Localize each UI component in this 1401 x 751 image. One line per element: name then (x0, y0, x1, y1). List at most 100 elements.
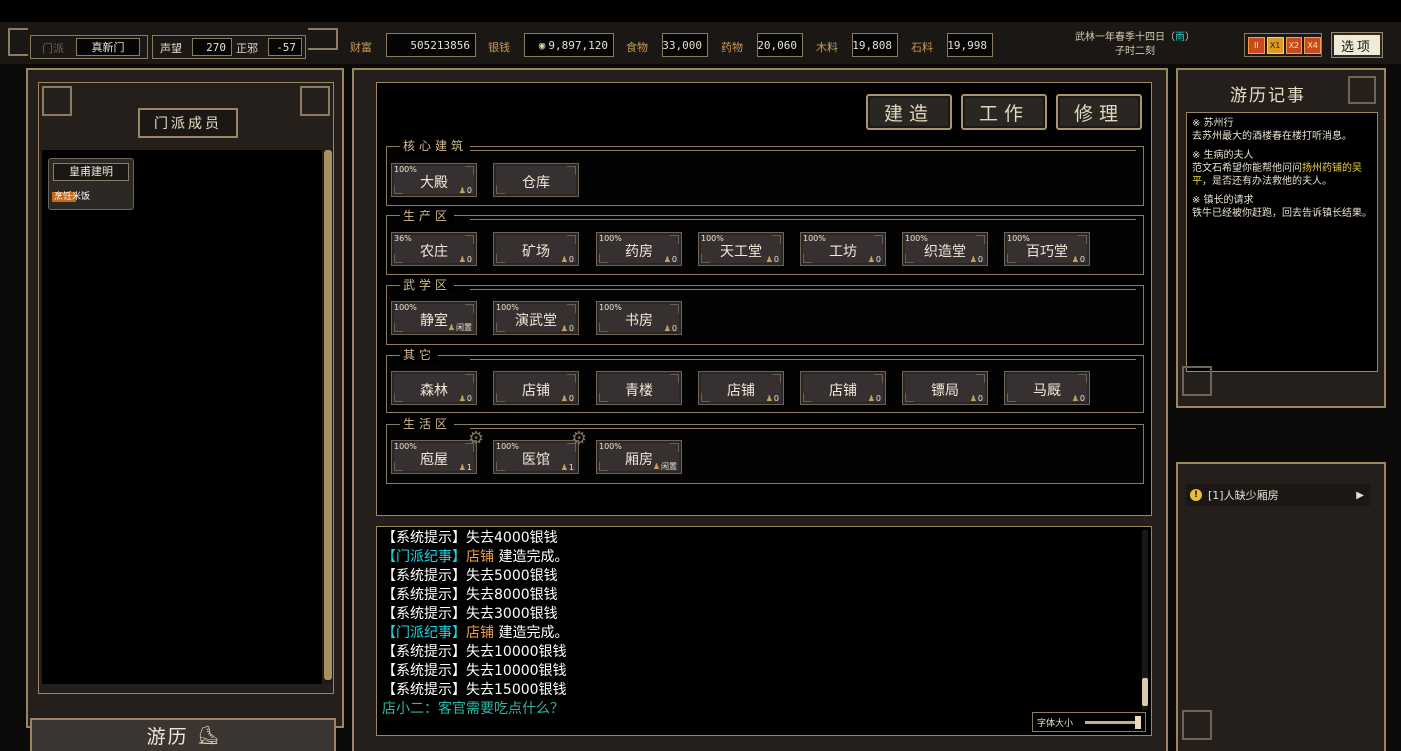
building-worker-count: 0 (868, 255, 881, 264)
weather-text: 雨 (1175, 32, 1185, 43)
log-tag: 【系统提示】 (382, 606, 466, 622)
building-worker-count: 0 (459, 394, 472, 403)
font-size-slider[interactable] (1085, 721, 1139, 724)
building-ornament (465, 166, 474, 175)
silver-value: ◉ 9,897,120 (524, 33, 614, 57)
building-kitchen[interactable]: 100% 庖屋 1 (391, 440, 477, 474)
section-living-title: 生活区 (400, 415, 455, 432)
building-name: 青楼 (625, 383, 653, 399)
travel-button[interactable]: 游历 ⛸ (30, 718, 336, 751)
building-stable[interactable]: 马厩 0 (1004, 371, 1090, 405)
building-ornament (670, 235, 679, 244)
notification-item[interactable]: ! [1]人缺少厢房 ▶ (1186, 484, 1370, 506)
building-shop-1[interactable]: 店铺 0 (493, 371, 579, 405)
section-other-title: 其它 (400, 346, 439, 363)
morality-value: -57 (268, 38, 302, 56)
building-ornament (701, 393, 710, 402)
speed-x2-button[interactable]: X2 (1285, 36, 1303, 54)
members-title-box: 门派成员 (138, 108, 238, 138)
building-brothel[interactable]: 青楼 (596, 371, 682, 405)
scrollbar-thumb[interactable] (324, 150, 332, 680)
member-name-box: 皇甫建明 (53, 163, 129, 181)
building-shop-3[interactable]: 店铺 0 (800, 371, 886, 405)
building-worker-count: 0 (664, 255, 677, 264)
font-size-label: 字体大小 (1037, 719, 1074, 729)
building-ornament (701, 254, 710, 263)
section-martial-line (470, 289, 1136, 290)
building-ornament (465, 304, 474, 313)
building-ornament (496, 393, 505, 402)
building-study[interactable]: 100% 书房 0 (596, 301, 682, 335)
repair-label: 修理 (1073, 102, 1124, 125)
building-meditation-room[interactable]: 100% 静室 闲置 (391, 301, 477, 335)
log-line: 【门派纪事】店铺 建造完成。 (382, 546, 1132, 565)
building-hall[interactable]: 100% 大殿 0 (391, 163, 477, 197)
journal-entry[interactable]: ※ 镇长的请求 铁牛已经被你赶跑，回去告诉镇长结果。 (1192, 194, 1372, 220)
log-tag: 【系统提示】 (382, 587, 466, 603)
log-line: 【门派纪事】店铺 建造完成。 (382, 622, 1132, 641)
knot-ornament-icon (1182, 366, 1212, 396)
member-task-badge: 烹饪米饭 (52, 189, 93, 202)
building-weaving-hall[interactable]: 100% 织造堂 0 (902, 232, 988, 266)
member-list (42, 150, 322, 684)
section-martial-title: 武学区 (400, 276, 455, 293)
building-worker-count: 闲置 (448, 322, 472, 333)
wood-label: 木料 (816, 41, 838, 54)
building-workshop[interactable]: 100% 工坊 0 (800, 232, 886, 266)
building-ornament (496, 254, 505, 263)
medicine-value: 20,060 (757, 33, 803, 57)
coin-icon: ◉ (538, 38, 546, 52)
building-ornament (599, 254, 608, 263)
member-list-scrollbar[interactable] (323, 150, 333, 684)
reputation-value-text: 270 (206, 40, 226, 54)
building-wing-room[interactable]: 100% 厢房 闲置 (596, 440, 682, 474)
building-farm[interactable]: 36% 农庄 0 (391, 232, 477, 266)
building-ornament (599, 462, 608, 471)
building-clinic[interactable]: 100% 医馆 1 (493, 440, 579, 474)
log-text: 失去4000银钱 (466, 530, 558, 546)
reputation-value: 270 (192, 38, 232, 56)
speed-x1-button[interactable]: X1 (1266, 36, 1284, 54)
sect-label: 门派 (42, 42, 64, 55)
journal-entry-text: ，是否还有办法救他的夫人。 (1202, 176, 1332, 187)
repair-button[interactable]: 修理 (1056, 94, 1142, 130)
log-scrollbar[interactable] (1142, 530, 1148, 710)
pause-button[interactable]: II (1248, 36, 1265, 54)
building-ornament (670, 304, 679, 313)
building-worker-count: 1 (459, 463, 472, 472)
options-button[interactable]: 选项 (1332, 33, 1382, 57)
journal-title: 游历记事 (1230, 86, 1306, 106)
building-ornament (905, 393, 914, 402)
journal-entry[interactable]: ※ 生病的夫人 范文石希望你能帮他问问扬州药铺的吴平，是否还有办法救他的夫人。 (1192, 149, 1372, 188)
font-size-slider-handle[interactable] (1135, 716, 1141, 729)
log-text: 失去10000银钱 (466, 644, 567, 660)
building-escort-agency[interactable]: 镖局 0 (902, 371, 988, 405)
building-warehouse[interactable]: 仓库 (493, 163, 579, 197)
scrollbar-thumb[interactable] (1142, 678, 1148, 706)
building-ornament (599, 323, 608, 332)
journal-entries: ※ 苏州行 去苏州最大的酒楼春在楼打听消息。 ※ 生病的夫人 范文石希望你能帮他… (1192, 117, 1372, 220)
build-button[interactable]: 建造 (866, 94, 952, 130)
log-line: 【系统提示】失去8000银钱 (382, 584, 1132, 603)
building-pharmacy[interactable]: 100% 药房 0 (596, 232, 682, 266)
speed-x4-button[interactable]: X4 (1304, 36, 1321, 54)
building-forest[interactable]: 森林 0 (391, 371, 477, 405)
speed-controls: II X1 X2 X4 (1244, 33, 1322, 57)
building-ornament (465, 235, 474, 244)
work-button[interactable]: 工作 (961, 94, 1047, 130)
log-tag: 【系统提示】 (382, 663, 466, 679)
building-worker-count: 0 (561, 255, 574, 264)
journal-entry-title: ※ 苏州行 (1192, 118, 1234, 129)
corner-ornament-tl (42, 86, 72, 116)
medicine-value-text: 20,060 (757, 38, 797, 52)
knot-ornament-icon (1348, 76, 1376, 104)
member-card[interactable]: 皇甫建明 烹饪米饭 (48, 158, 134, 210)
building-training-hall[interactable]: 100% 演武堂 0 (493, 301, 579, 335)
journal-entry[interactable]: ※ 苏州行 去苏州最大的酒楼春在楼打听消息。 (1192, 117, 1372, 143)
food-label: 食物 (626, 41, 648, 54)
building-tiangong-hall[interactable]: 100% 天工堂 0 (698, 232, 784, 266)
building-shop-2[interactable]: 店铺 0 (698, 371, 784, 405)
building-mine[interactable]: 矿场 0 (493, 232, 579, 266)
building-worker-count: 0 (766, 394, 779, 403)
building-baiqiao-hall[interactable]: 100% 百巧堂 0 (1004, 232, 1090, 266)
